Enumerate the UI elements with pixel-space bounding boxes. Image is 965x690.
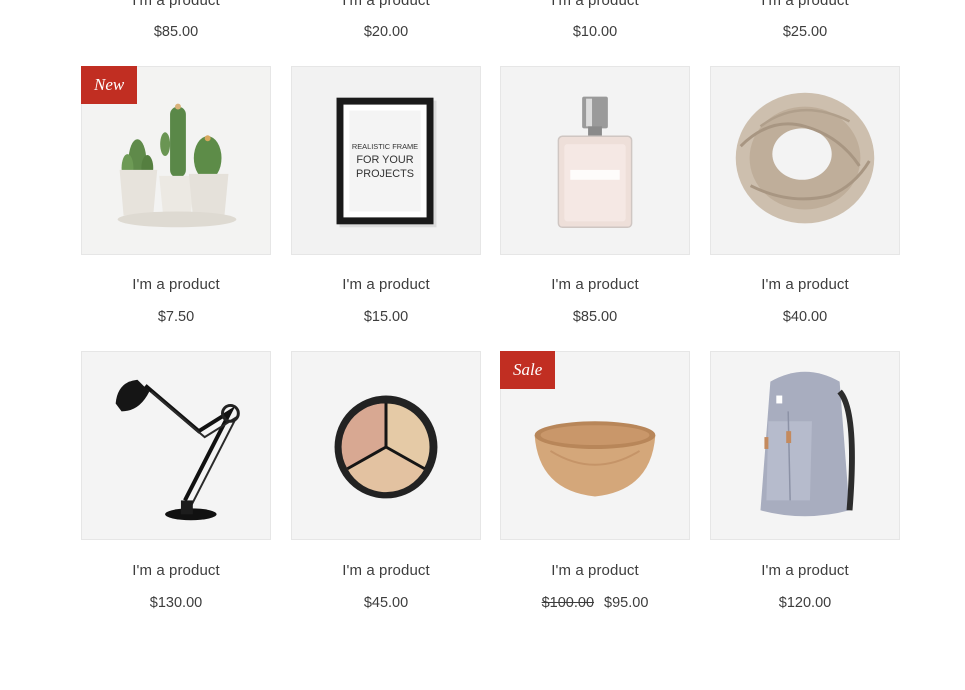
product-price: $85.00 bbox=[572, 309, 618, 325]
product-image[interactable] bbox=[500, 66, 690, 255]
product-price: $20.00 bbox=[363, 24, 409, 40]
knit-scarf-image bbox=[711, 67, 899, 254]
frame-text-line: FOR YOUR bbox=[356, 154, 413, 166]
perfume-bottle-image bbox=[501, 67, 689, 254]
sale-price: $95.00 bbox=[604, 595, 649, 611]
product-price: $7.50 bbox=[157, 309, 195, 325]
frame-text-line: PROJECTS bbox=[356, 168, 414, 180]
product-price: $25.00 bbox=[782, 24, 828, 40]
backpack-image bbox=[711, 352, 899, 539]
product-name[interactable]: I'm a product bbox=[291, 276, 481, 293]
product-name[interactable]: I'm a product bbox=[710, 0, 900, 9]
product-name[interactable]: I'm a product bbox=[710, 562, 900, 579]
product-image[interactable] bbox=[81, 351, 271, 540]
product-price: $45.00 bbox=[363, 595, 409, 611]
product-price: $130.00 bbox=[149, 595, 203, 611]
product-name[interactable]: I'm a product bbox=[500, 276, 690, 293]
product-price: $10.00 bbox=[572, 24, 618, 40]
product-name[interactable]: I'm a product bbox=[291, 562, 481, 579]
picture-frame-image: REALISTIC FRAME FOR YOUR PROJECTS bbox=[292, 67, 480, 254]
product-price: $85.00 bbox=[153, 24, 199, 40]
product-image[interactable]: REALISTIC FRAME FOR YOUR PROJECTS bbox=[291, 66, 481, 255]
product-name[interactable]: I'm a product bbox=[500, 0, 690, 9]
product-name[interactable]: I'm a product bbox=[81, 276, 271, 293]
desk-lamp-image bbox=[82, 352, 270, 539]
concealer-palette-image bbox=[292, 352, 480, 539]
product-gallery: I'm a product $85.00 I'm a product $20.0… bbox=[0, 0, 965, 690]
product-name[interactable]: I'm a product bbox=[291, 0, 481, 9]
new-ribbon: New bbox=[81, 66, 138, 104]
product-price: $100.00 $95.00 bbox=[500, 595, 690, 611]
product-name[interactable]: I'm a product bbox=[710, 276, 900, 293]
original-price: $100.00 bbox=[541, 595, 595, 611]
product-price: $15.00 bbox=[363, 309, 409, 325]
product-image[interactable] bbox=[710, 351, 900, 540]
product-name[interactable]: I'm a product bbox=[81, 0, 271, 9]
frame-text-line: REALISTIC FRAME bbox=[352, 142, 418, 151]
product-name[interactable]: I'm a product bbox=[500, 562, 690, 579]
product-image[interactable] bbox=[291, 351, 481, 540]
product-price: $40.00 bbox=[782, 309, 828, 325]
product-name[interactable]: I'm a product bbox=[81, 562, 271, 579]
product-image[interactable] bbox=[710, 66, 900, 255]
sale-ribbon: Sale bbox=[500, 351, 556, 389]
product-price: $120.00 bbox=[778, 595, 832, 611]
